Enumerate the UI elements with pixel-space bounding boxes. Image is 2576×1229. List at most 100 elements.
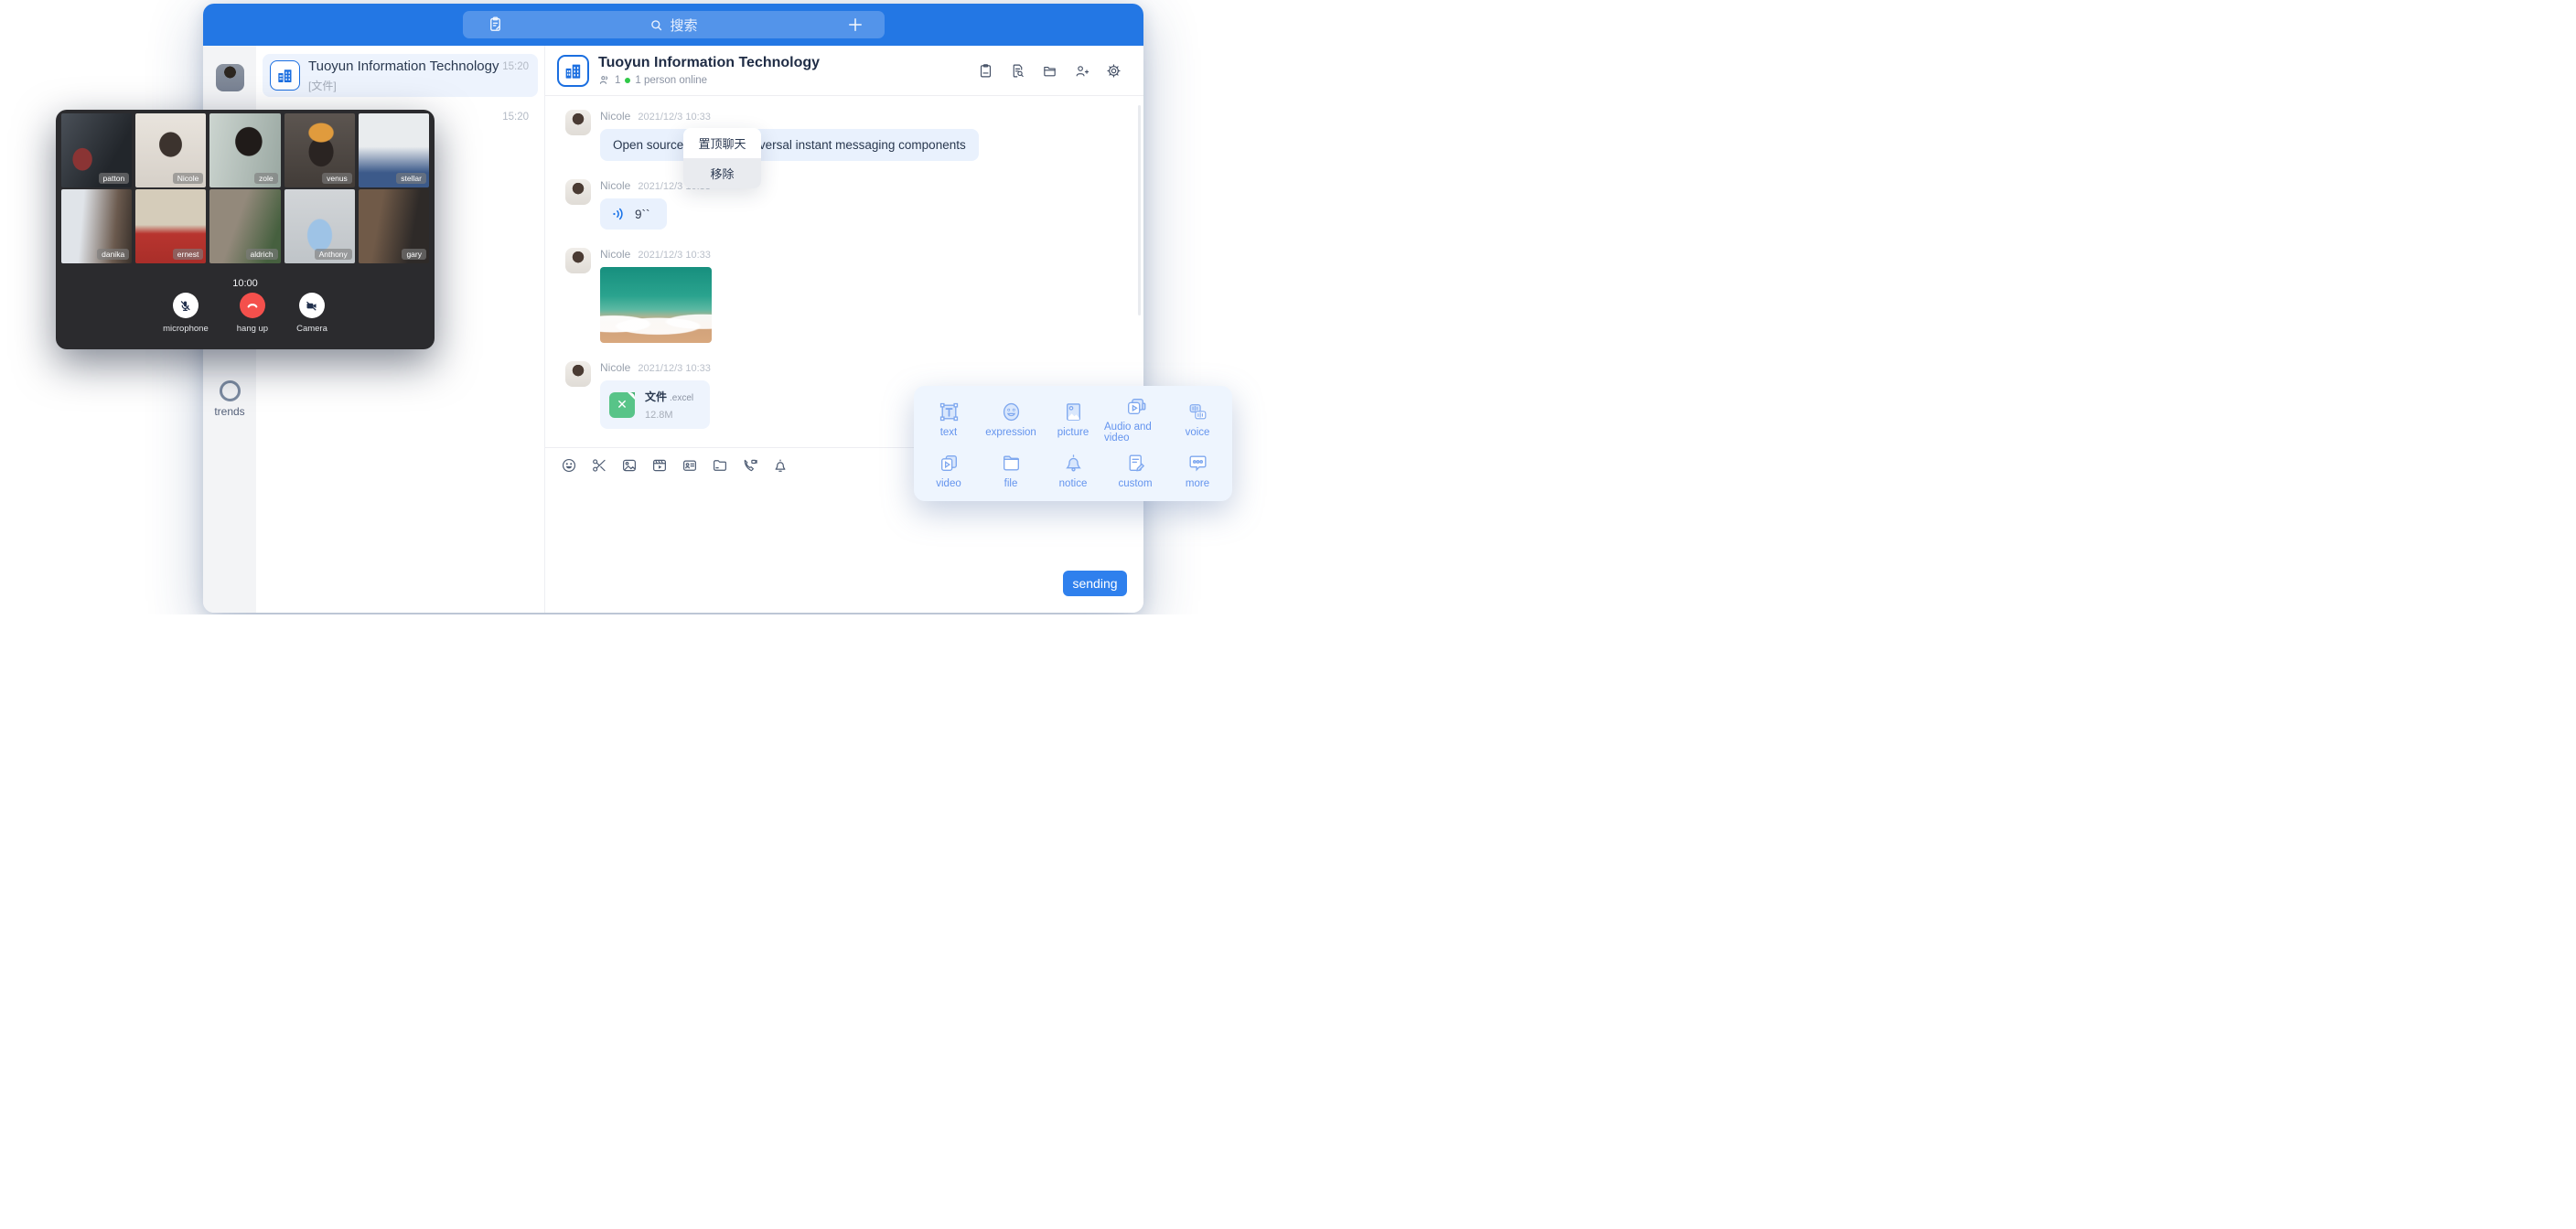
excel-file-icon: ✕ <box>609 392 635 418</box>
participant-video[interactable]: danika <box>61 189 132 263</box>
participant-name: ernest <box>173 249 204 260</box>
participant-name: danika <box>97 249 129 260</box>
popover-item-notice[interactable]: notice <box>1042 444 1104 496</box>
conversation-time: 15:20 <box>502 61 529 72</box>
plus-icon[interactable] <box>846 16 864 34</box>
call-timer: 10:00 <box>56 278 435 289</box>
user-avatar[interactable] <box>216 64 244 91</box>
participant-video[interactable]: stellar <box>359 113 429 187</box>
top-bar: 搜索 <box>203 4 1143 46</box>
text-bubble[interactable]: Open source, free, and universal instant… <box>600 129 979 161</box>
add-member-icon[interactable] <box>1074 63 1089 79</box>
message-input-area[interactable]: sending <box>545 483 1143 613</box>
participant-video[interactable]: gary <box>359 189 429 263</box>
popover-label: custom <box>1118 478 1152 489</box>
video-play-icon <box>938 452 961 475</box>
beach-photo-message[interactable] <box>600 267 712 343</box>
popover-label: voice <box>1186 427 1210 438</box>
clipboard-edit-icon[interactable] <box>487 16 504 33</box>
chat-panel: Tuoyun Information Technology 1 1 person… <box>545 46 1143 613</box>
popover-label: expression <box>985 427 1036 438</box>
conversation-item[interactable]: Tuoyun Information Technology [文件] 15:20 <box>263 54 538 97</box>
popover-item-text[interactable]: text <box>918 393 980 444</box>
popover-item-video[interactable]: video <box>918 444 980 496</box>
popover-item-custom[interactable]: custom <box>1104 444 1166 496</box>
sender-name: Nicole <box>600 361 630 374</box>
participant-video[interactable]: Nicole <box>135 113 206 187</box>
contact-card-icon[interactable] <box>682 457 698 474</box>
chat-scrollbar[interactable] <box>1138 105 1141 315</box>
menu-item-remove[interactable]: 移除 <box>683 158 761 188</box>
popover-label: picture <box>1057 427 1089 438</box>
message-text: Nicole 2021/12/3 10:33 Open source, free… <box>565 110 1143 161</box>
group-building-icon <box>270 60 300 91</box>
voice-wave-icon <box>611 206 628 222</box>
popover-label: file <box>1004 478 1018 489</box>
sender-name: Nicole <box>600 179 630 192</box>
send-button[interactable]: sending <box>1063 571 1127 596</box>
trends-icon <box>220 380 241 401</box>
voice-bubbles-icon <box>1186 401 1209 423</box>
sender-avatar[interactable] <box>565 110 591 135</box>
popover-item-voice[interactable]: voice <box>1166 393 1229 444</box>
voice-bubble[interactable]: 9`` <box>600 198 667 230</box>
sender-avatar[interactable] <box>565 248 591 273</box>
popover-item-file[interactable]: file <box>980 444 1042 496</box>
notice-bell-icon <box>1062 452 1085 475</box>
search-placeholder[interactable]: 搜索 <box>670 16 697 35</box>
settings-gear-icon[interactable] <box>1106 63 1122 79</box>
folder-icon[interactable] <box>712 457 728 474</box>
picture-icon[interactable] <box>621 457 638 474</box>
online-status: 1 person online <box>635 75 707 86</box>
popover-label: Audio and video <box>1104 422 1166 444</box>
clipboard-check-icon[interactable] <box>978 63 993 79</box>
folder-icon[interactable] <box>1042 63 1057 79</box>
participant-video[interactable]: aldrich <box>209 189 280 263</box>
popover-label: text <box>940 427 958 438</box>
nav-item-trends[interactable]: trends <box>203 380 256 418</box>
conversation-last-message: [文件] <box>308 78 502 93</box>
members-icon <box>598 74 610 86</box>
popover-label: video <box>936 478 961 489</box>
more-bubble-icon <box>1186 452 1209 475</box>
video-clapper-icon[interactable] <box>651 457 668 474</box>
screen: 搜索 trends <box>0 0 1288 614</box>
audio-video-icon <box>1124 395 1147 418</box>
popover-label: more <box>1186 478 1209 489</box>
emoji-icon[interactable] <box>561 457 577 474</box>
bell-icon[interactable] <box>772 457 789 474</box>
picture-icon <box>1062 401 1085 423</box>
popover-item-audio-video[interactable]: Audio and video <box>1104 393 1166 444</box>
scissors-icon[interactable] <box>591 457 607 474</box>
participant-name: aldrich <box>246 249 278 260</box>
file-size: 12.8M <box>645 410 693 421</box>
participant-video[interactable]: Anthony <box>284 189 355 263</box>
search-icon <box>649 17 664 33</box>
file-message-card[interactable]: ✕ 文件.excel 12.8M <box>600 380 710 429</box>
sender-avatar[interactable] <box>565 361 591 387</box>
camera-label: Camera <box>296 324 327 334</box>
participant-video[interactable]: patton <box>61 113 132 187</box>
participant-name: Nicole <box>173 173 204 184</box>
conversation-time: 15:20 <box>502 112 529 123</box>
video-call-icon[interactable] <box>742 457 758 474</box>
participant-video[interactable]: venus <box>284 113 355 187</box>
document-search-icon[interactable] <box>1010 63 1025 79</box>
popover-item-picture[interactable]: picture <box>1042 393 1104 444</box>
file-name: 文件 <box>645 390 667 403</box>
file-folder-icon <box>1000 452 1023 475</box>
participant-video[interactable]: zole <box>209 113 280 187</box>
sender-avatar[interactable] <box>565 179 591 205</box>
popover-item-expression[interactable]: expression <box>980 393 1042 444</box>
search-bar[interactable]: 搜索 <box>463 11 885 38</box>
popover-item-more[interactable]: more <box>1166 444 1229 496</box>
hangup-button[interactable] <box>240 293 265 318</box>
participant-video[interactable]: ernest <box>135 189 206 263</box>
popover-label: notice <box>1059 478 1088 489</box>
file-extension: .excel <box>670 393 693 403</box>
text-frame-icon <box>938 401 961 423</box>
camera-mute-button[interactable] <box>299 293 325 318</box>
message-image: Nicole 2021/12/3 10:33 <box>565 248 1143 343</box>
microphone-mute-button[interactable] <box>173 293 199 318</box>
menu-item-pin-chat[interactable]: 置顶聊天 <box>683 128 761 158</box>
